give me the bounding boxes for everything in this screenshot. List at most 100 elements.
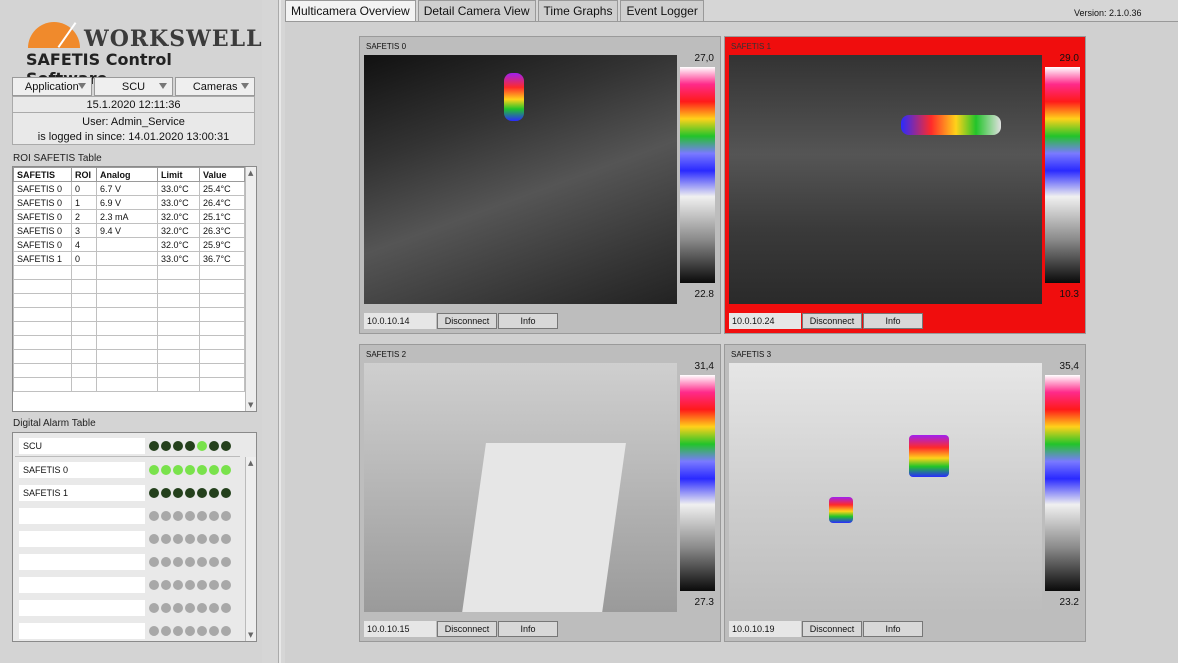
led-group xyxy=(149,603,231,613)
led-indicator-icon xyxy=(149,580,159,590)
camera-panel-safetis-2: SAFETIS 2 31,4 27.3 10.0.10.15 Disconnec… xyxy=(359,344,721,642)
digital-alarm-name xyxy=(19,508,145,524)
led-indicator-icon xyxy=(149,511,159,521)
led-group xyxy=(149,465,231,475)
tab-multicamera-overview[interactable]: Multicamera Overview xyxy=(285,0,416,22)
scroll-down-icon[interactable]: ▼ xyxy=(248,401,253,409)
thermal-image[interactable] xyxy=(729,363,1042,612)
table-cell xyxy=(71,265,97,280)
table-cell xyxy=(157,335,200,350)
camera-ip: 10.0.10.15 xyxy=(364,621,436,637)
table-cell xyxy=(199,307,245,322)
table-cell: 3 xyxy=(71,223,97,238)
table-row[interactable]: SAFETIS 0 2 2.3 mA 32.0°C 25.1°C xyxy=(13,209,245,224)
table-cell: 33.0°C xyxy=(157,251,200,266)
menu-cameras[interactable]: Cameras xyxy=(175,77,256,96)
dropdown-arrow-icon xyxy=(159,83,168,89)
tab-time-graphs[interactable]: Time Graphs xyxy=(537,0,619,21)
table-row[interactable]: SAFETIS 0 4 32.0°C 25.9°C xyxy=(13,237,245,252)
info-button[interactable]: Info xyxy=(863,313,923,329)
table-cell xyxy=(157,349,200,364)
tab-event-logger[interactable]: Event Logger xyxy=(620,0,704,21)
camera-title: SAFETIS 2 xyxy=(366,350,407,359)
session-info: 15.1.2020 12:11:36 User: Admin_Service i… xyxy=(12,96,255,145)
led-indicator-icon xyxy=(197,626,207,636)
table-cell xyxy=(157,363,200,378)
logo-mark-icon xyxy=(28,22,80,48)
tab-detail-camera-view[interactable]: Detail Camera View xyxy=(417,0,536,21)
disconnect-button[interactable]: Disconnect xyxy=(802,313,862,329)
temperature-scale xyxy=(1045,375,1080,591)
led-indicator-icon xyxy=(185,465,195,475)
table-row[interactable]: SAFETIS 1 0 33.0°C 36.7°C xyxy=(13,251,245,266)
disconnect-button[interactable]: Disconnect xyxy=(437,313,497,329)
disconnect-button[interactable]: Disconnect xyxy=(802,621,862,637)
table-cell xyxy=(71,363,97,378)
info-button[interactable]: Info xyxy=(863,621,923,637)
table-row-empty[interactable] xyxy=(13,265,245,280)
menu-application[interactable]: Application xyxy=(12,77,92,96)
table-cell xyxy=(13,363,72,378)
roi-grid: SAFETIS ROI Analog Limit Value SAFETIS 0… xyxy=(13,167,245,392)
info-button[interactable]: Info xyxy=(498,621,558,637)
table-row[interactable]: SAFETIS 0 3 9.4 V 32.0°C 26.3°C xyxy=(13,223,245,238)
panel-divider[interactable] xyxy=(278,0,281,663)
digital-alarm-row xyxy=(19,531,244,547)
table-row[interactable]: SAFETIS 0 0 6.7 V 33.0°C 25.4°C xyxy=(13,181,245,196)
table-cell xyxy=(13,335,72,350)
led-indicator-icon xyxy=(161,626,171,636)
disconnect-button[interactable]: Disconnect xyxy=(437,621,497,637)
led-indicator-icon xyxy=(209,534,219,544)
version-label: Version: 2.1.0.36 xyxy=(1074,8,1142,18)
scroll-down-icon[interactable]: ▼ xyxy=(248,631,253,639)
led-indicator-icon xyxy=(221,465,231,475)
thermal-image[interactable] xyxy=(364,55,677,304)
led-indicator-icon xyxy=(173,488,183,498)
led-indicator-icon xyxy=(185,534,195,544)
scroll-up-icon[interactable]: ▲ xyxy=(248,459,253,467)
table-row-empty[interactable] xyxy=(13,321,245,336)
menu-bar: Application SCU Cameras xyxy=(12,77,256,96)
led-indicator-icon xyxy=(149,534,159,544)
divider xyxy=(15,456,240,457)
digital-alarm-row xyxy=(19,577,244,593)
digital-alarm-row xyxy=(19,623,244,639)
temp-min: 23.2 xyxy=(1059,597,1079,608)
scroll-up-icon[interactable]: ▲ xyxy=(248,169,253,177)
thermal-image[interactable] xyxy=(364,363,677,612)
led-indicator-icon xyxy=(197,603,207,613)
led-indicator-icon xyxy=(173,534,183,544)
table-row-empty[interactable] xyxy=(13,335,245,350)
datetime: 15.1.2020 12:11:36 xyxy=(13,97,254,113)
led-indicator-icon xyxy=(173,557,183,567)
digital-scrollbar[interactable]: ▲ ▼ xyxy=(245,457,256,641)
table-cell xyxy=(199,349,245,364)
table-row[interactable]: SAFETIS 0 1 6.9 V 33.0°C 26.4°C xyxy=(13,195,245,210)
digital-alarm-name: SCU xyxy=(19,438,145,454)
led-group xyxy=(149,557,231,567)
digital-alarm-name: SAFETIS 0 xyxy=(19,462,145,478)
table-cell xyxy=(96,321,158,336)
table-row-empty[interactable] xyxy=(13,293,245,308)
led-indicator-icon xyxy=(185,626,195,636)
led-indicator-icon xyxy=(173,580,183,590)
table-row-empty[interactable] xyxy=(13,279,245,294)
temp-min: 10.3 xyxy=(1059,289,1079,300)
table-cell xyxy=(96,335,158,350)
roi-table-label: ROI SAFETIS Table xyxy=(13,153,102,164)
info-button[interactable]: Info xyxy=(498,313,558,329)
thermal-image[interactable] xyxy=(729,55,1042,304)
roi-scrollbar[interactable]: ▲ ▼ xyxy=(245,167,256,411)
table-cell xyxy=(96,377,158,392)
table-row-empty[interactable] xyxy=(13,377,245,392)
led-group xyxy=(149,441,231,451)
table-row-empty[interactable] xyxy=(13,349,245,364)
led-indicator-icon xyxy=(161,441,171,451)
col-roi: ROI xyxy=(71,167,97,182)
table-cell: 32.0°C xyxy=(157,223,200,238)
table-cell xyxy=(71,293,97,308)
temperature-scale xyxy=(1045,67,1080,283)
menu-scu[interactable]: SCU xyxy=(93,77,174,96)
table-row-empty[interactable] xyxy=(13,363,245,378)
table-row-empty[interactable] xyxy=(13,307,245,322)
